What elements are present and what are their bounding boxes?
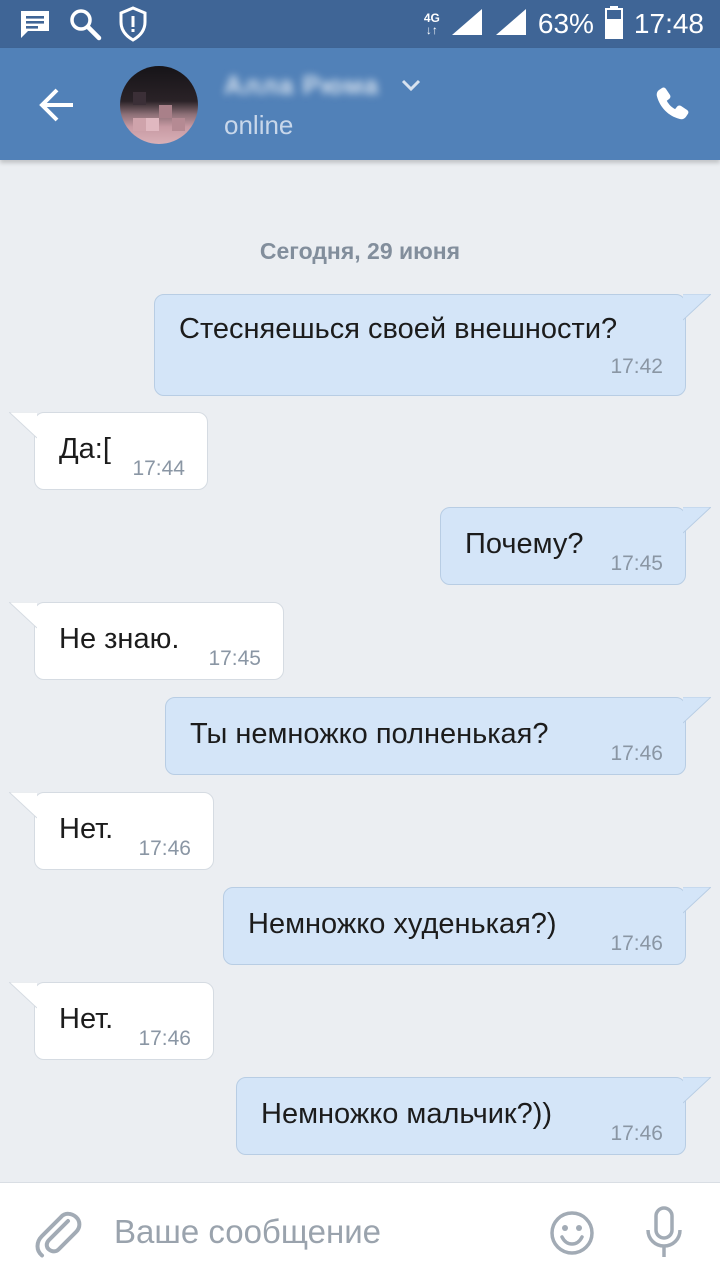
back-button[interactable]: [30, 78, 84, 132]
bubble-tail: [9, 792, 37, 819]
incoming-message[interactable]: Да:[ 17:44: [9, 412, 208, 490]
bubble-tail: [9, 602, 37, 629]
message-composer: [0, 1182, 720, 1280]
signal-icon: [450, 7, 484, 42]
incoming-message[interactable]: Нет. 17:46: [9, 982, 214, 1060]
chat-header: Алла Рюма online: [0, 48, 720, 160]
attach-button[interactable]: [34, 1207, 82, 1259]
contact-name[interactable]: Алла Рюма: [224, 70, 379, 101]
status-time: 17:48: [633, 8, 704, 39]
bubble-tail: [683, 887, 711, 914]
message-time: 17:46: [610, 932, 663, 955]
status-bar: 4G ↓↑ 63% 17:48: [0, 0, 720, 48]
bubble-tail: [9, 412, 37, 439]
bubble-tail: [683, 697, 711, 724]
phone-icon: [656, 87, 689, 120]
paperclip-icon: [35, 1211, 82, 1258]
battery-icon: [604, 5, 624, 44]
outgoing-message[interactable]: Стесняешься своей внешности? 17:42: [154, 294, 711, 396]
message-text: Стесняешься своей внешности?: [179, 313, 618, 345]
battery-percent: 63%: [537, 8, 594, 39]
search-notification-icon: [68, 7, 102, 46]
outgoing-message[interactable]: Немножко худенькая?) 17:46: [223, 887, 711, 965]
message-text: Да:[: [59, 433, 111, 465]
message-time: 17:46: [138, 837, 191, 860]
bubble-tail: [683, 1077, 711, 1104]
message-time: 17:46: [610, 1122, 663, 1145]
date-separator: Сегодня, 29 июня: [259, 238, 461, 264]
outgoing-message[interactable]: Немножко мальчик?)) 17:46: [236, 1077, 711, 1155]
back-arrow-icon: [39, 88, 73, 122]
incoming-message[interactable]: Нет. 17:46: [9, 792, 214, 870]
voice-record-button[interactable]: [640, 1205, 688, 1261]
message-time: 17:44: [132, 457, 185, 480]
message-time: 17:45: [208, 647, 261, 670]
message-input[interactable]: [114, 1205, 534, 1259]
message-text: Нет.: [59, 813, 114, 845]
signal-icon-2: [494, 7, 528, 42]
network-type-indicator: 4G ↓↑: [423, 11, 440, 37]
message-text: Ты немножко полненькая?: [190, 718, 549, 750]
microphone-icon: [646, 1206, 682, 1257]
outgoing-message[interactable]: Почему? 17:45: [440, 507, 711, 585]
bubble-tail: [683, 294, 711, 321]
outgoing-message[interactable]: Ты немножко полненькая? 17:46: [165, 697, 711, 775]
emoji-button[interactable]: [548, 1209, 596, 1257]
contact-status: online: [224, 110, 294, 140]
message-text: Нет.: [59, 1003, 114, 1035]
message-time: 17:45: [610, 552, 663, 575]
message-time: 17:46: [138, 1027, 191, 1050]
avatar[interactable]: [120, 66, 198, 144]
bubble-tail: [9, 982, 37, 1009]
message-text: Почему?: [465, 528, 584, 560]
message-notification-icon: [18, 7, 52, 46]
shield-alert-icon: [118, 6, 148, 47]
message-text: Немножко мальчик?)): [261, 1098, 553, 1130]
message-list[interactable]: Сегодня, 29 июня Стесняешься своей внешн…: [0, 160, 720, 1182]
bubble-tail: [683, 507, 711, 534]
call-button[interactable]: [650, 82, 694, 126]
incoming-message[interactable]: Не знаю. 17:45: [9, 602, 284, 680]
chevron-down-icon[interactable]: [400, 78, 422, 99]
message-time: 17:42: [610, 355, 663, 378]
message-text: Немножко худенькая?): [248, 908, 557, 940]
message-text: Не знаю.: [59, 623, 180, 655]
smiley-icon: [550, 1211, 594, 1255]
message-time: 17:46: [610, 742, 663, 765]
